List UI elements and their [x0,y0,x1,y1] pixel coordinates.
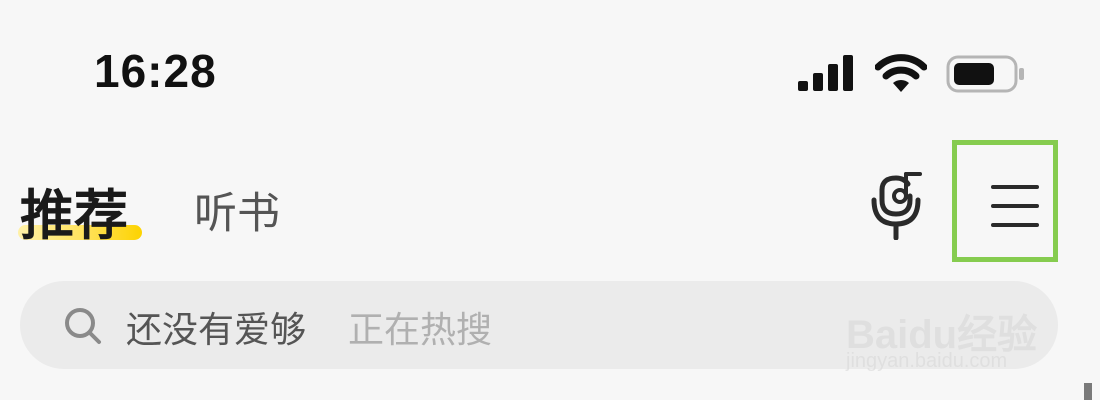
watermark-url: jingyan.baidu.com [846,350,1008,372]
scroll-indicator [1084,383,1092,400]
search-query-text: 还没有爱够 [126,310,307,351]
signal-icon [798,55,853,91]
battery-icon [946,55,1024,93]
tab-recommend[interactable]: 推荐 [20,171,128,250]
search-hint-text: 正在热搜 [348,310,493,351]
top-tabs: 推荐 听书 [0,165,1100,255]
voice-search-icon[interactable] [868,170,928,240]
search-icon [65,308,101,344]
menu-button[interactable] [952,140,1058,262]
status-bar: 16:28 [0,0,1100,130]
wifi-icon [875,54,927,92]
menu-icon [991,185,1039,227]
status-time: 16:28 [94,45,217,97]
baidu-jingyan-watermark: Baidu经验 jingyan.baidu.com [846,282,1046,382]
tab-audiobook[interactable]: 听书 [194,179,280,241]
